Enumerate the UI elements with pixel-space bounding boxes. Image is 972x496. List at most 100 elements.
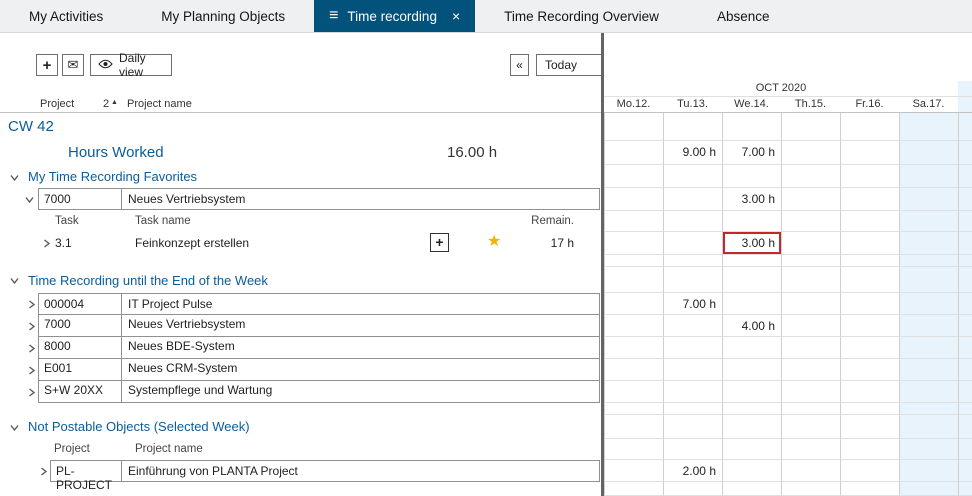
day-cell[interactable]	[781, 188, 840, 211]
chevron-right-icon[interactable]	[27, 322, 37, 332]
day-cell[interactable]	[840, 381, 899, 403]
day-cell[interactable]	[663, 188, 722, 211]
day-cell[interactable]	[899, 113, 958, 141]
day-cell[interactable]	[722, 255, 781, 267]
daily-view-button[interactable]: Daily view	[90, 54, 172, 76]
day-cell[interactable]	[899, 337, 958, 359]
day-cell[interactable]	[604, 113, 663, 141]
day-cell[interactable]	[899, 460, 958, 482]
hamburger-menu-icon[interactable]: ≡	[329, 8, 338, 24]
day-cell[interactable]	[781, 255, 840, 267]
project-name-cell[interactable]: Systempflege und Wartung	[121, 381, 600, 403]
day-cell[interactable]: 3.00 h	[722, 232, 781, 255]
day-cell[interactable]	[604, 315, 663, 337]
day-cell[interactable]	[899, 415, 958, 439]
day-cell[interactable]	[840, 141, 899, 165]
day-cell[interactable]: 2.00 h	[663, 460, 722, 482]
tab-absence[interactable]: Absence	[688, 0, 799, 32]
day-cell[interactable]	[840, 188, 899, 211]
day-cell[interactable]: 9.00 h	[663, 141, 722, 165]
day-cell[interactable]	[781, 439, 840, 460]
day-cell[interactable]	[899, 267, 958, 293]
day-cell[interactable]	[899, 141, 958, 165]
project-id-cell[interactable]: 8000	[38, 337, 122, 359]
day-cell[interactable]	[722, 381, 781, 403]
chevron-right-icon[interactable]	[27, 344, 37, 354]
day-cell[interactable]	[604, 141, 663, 165]
day-cell[interactable]	[663, 267, 722, 293]
day-cell[interactable]	[781, 293, 840, 315]
project-name-cell[interactable]: Neues Vertriebsystem	[121, 315, 600, 337]
day-cell[interactable]	[604, 439, 663, 460]
day-cell[interactable]	[899, 482, 958, 496]
add-button[interactable]: +	[36, 54, 58, 76]
day-cell[interactable]	[781, 482, 840, 496]
day-cell[interactable]	[722, 113, 781, 141]
day-cell[interactable]	[663, 255, 722, 267]
day-cell[interactable]	[604, 293, 663, 315]
day-cell[interactable]	[604, 381, 663, 403]
day-cell[interactable]	[840, 415, 899, 439]
day-cell[interactable]	[840, 315, 899, 337]
day-cell[interactable]	[663, 165, 722, 188]
day-cell[interactable]	[899, 255, 958, 267]
day-cell[interactable]	[840, 232, 899, 255]
day-cell[interactable]	[663, 232, 722, 255]
day-cell[interactable]	[781, 337, 840, 359]
day-cell[interactable]	[781, 141, 840, 165]
day-cell[interactable]: 4.00 h	[722, 315, 781, 337]
project-name-cell[interactable]: IT Project Pulse	[121, 293, 600, 315]
project-id-cell[interactable]: 000004	[38, 293, 122, 315]
chevron-right-icon[interactable]	[39, 467, 49, 477]
day-cell[interactable]	[604, 211, 663, 232]
tab-my-activities[interactable]: My Activities	[0, 0, 132, 32]
day-cell[interactable]	[781, 415, 840, 439]
project-name-cell[interactable]: Neues CRM-System	[121, 359, 600, 381]
pane-splitter[interactable]	[601, 33, 604, 496]
day-cell[interactable]	[722, 293, 781, 315]
star-icon[interactable]: ★	[487, 233, 501, 251]
day-cell[interactable]	[899, 381, 958, 403]
day-cell[interactable]	[899, 439, 958, 460]
day-cell[interactable]	[899, 315, 958, 337]
day-cell[interactable]	[604, 255, 663, 267]
day-cell[interactable]	[663, 415, 722, 439]
day-cell[interactable]	[840, 267, 899, 293]
previous-period-button[interactable]: «	[510, 54, 529, 76]
day-cell[interactable]: 7.00 h	[663, 293, 722, 315]
tab-my-planning-objects[interactable]: My Planning Objects	[132, 0, 314, 32]
mail-button[interactable]: ✉	[62, 54, 84, 76]
day-cell[interactable]	[840, 165, 899, 188]
day-cell[interactable]	[781, 267, 840, 293]
day-cell[interactable]	[722, 211, 781, 232]
day-cell[interactable]	[663, 315, 722, 337]
day-cell[interactable]	[840, 460, 899, 482]
project-name-cell[interactable]: Neues Vertriebsystem	[121, 188, 600, 210]
chevron-right-icon[interactable]	[42, 239, 52, 249]
day-cell[interactable]: 3.00 h	[722, 188, 781, 211]
day-cell[interactable]	[899, 403, 958, 415]
day-cell[interactable]	[781, 232, 840, 255]
tab-time-recording[interactable]: ≡ Time recording ×	[314, 0, 475, 32]
day-cell[interactable]	[604, 415, 663, 439]
day-cell[interactable]	[840, 482, 899, 496]
close-tab-icon[interactable]: ×	[452, 9, 460, 23]
day-cell[interactable]	[781, 381, 840, 403]
day-cell[interactable]	[663, 211, 722, 232]
chevron-right-icon[interactable]	[27, 300, 37, 310]
day-cell[interactable]	[722, 415, 781, 439]
day-cell[interactable]	[899, 293, 958, 315]
day-cell[interactable]	[722, 337, 781, 359]
project-id-cell[interactable]: E001	[38, 359, 122, 381]
day-cell[interactable]	[663, 337, 722, 359]
project-id-cell[interactable]: 7000	[38, 315, 122, 337]
day-cell[interactable]	[840, 337, 899, 359]
day-cell[interactable]	[604, 403, 663, 415]
day-cell[interactable]	[722, 482, 781, 496]
day-cell[interactable]	[722, 460, 781, 482]
day-cell[interactable]	[840, 211, 899, 232]
day-cell[interactable]	[781, 315, 840, 337]
chevron-down-icon[interactable]	[10, 276, 20, 286]
day-cell[interactable]	[899, 211, 958, 232]
day-cell[interactable]	[722, 267, 781, 293]
